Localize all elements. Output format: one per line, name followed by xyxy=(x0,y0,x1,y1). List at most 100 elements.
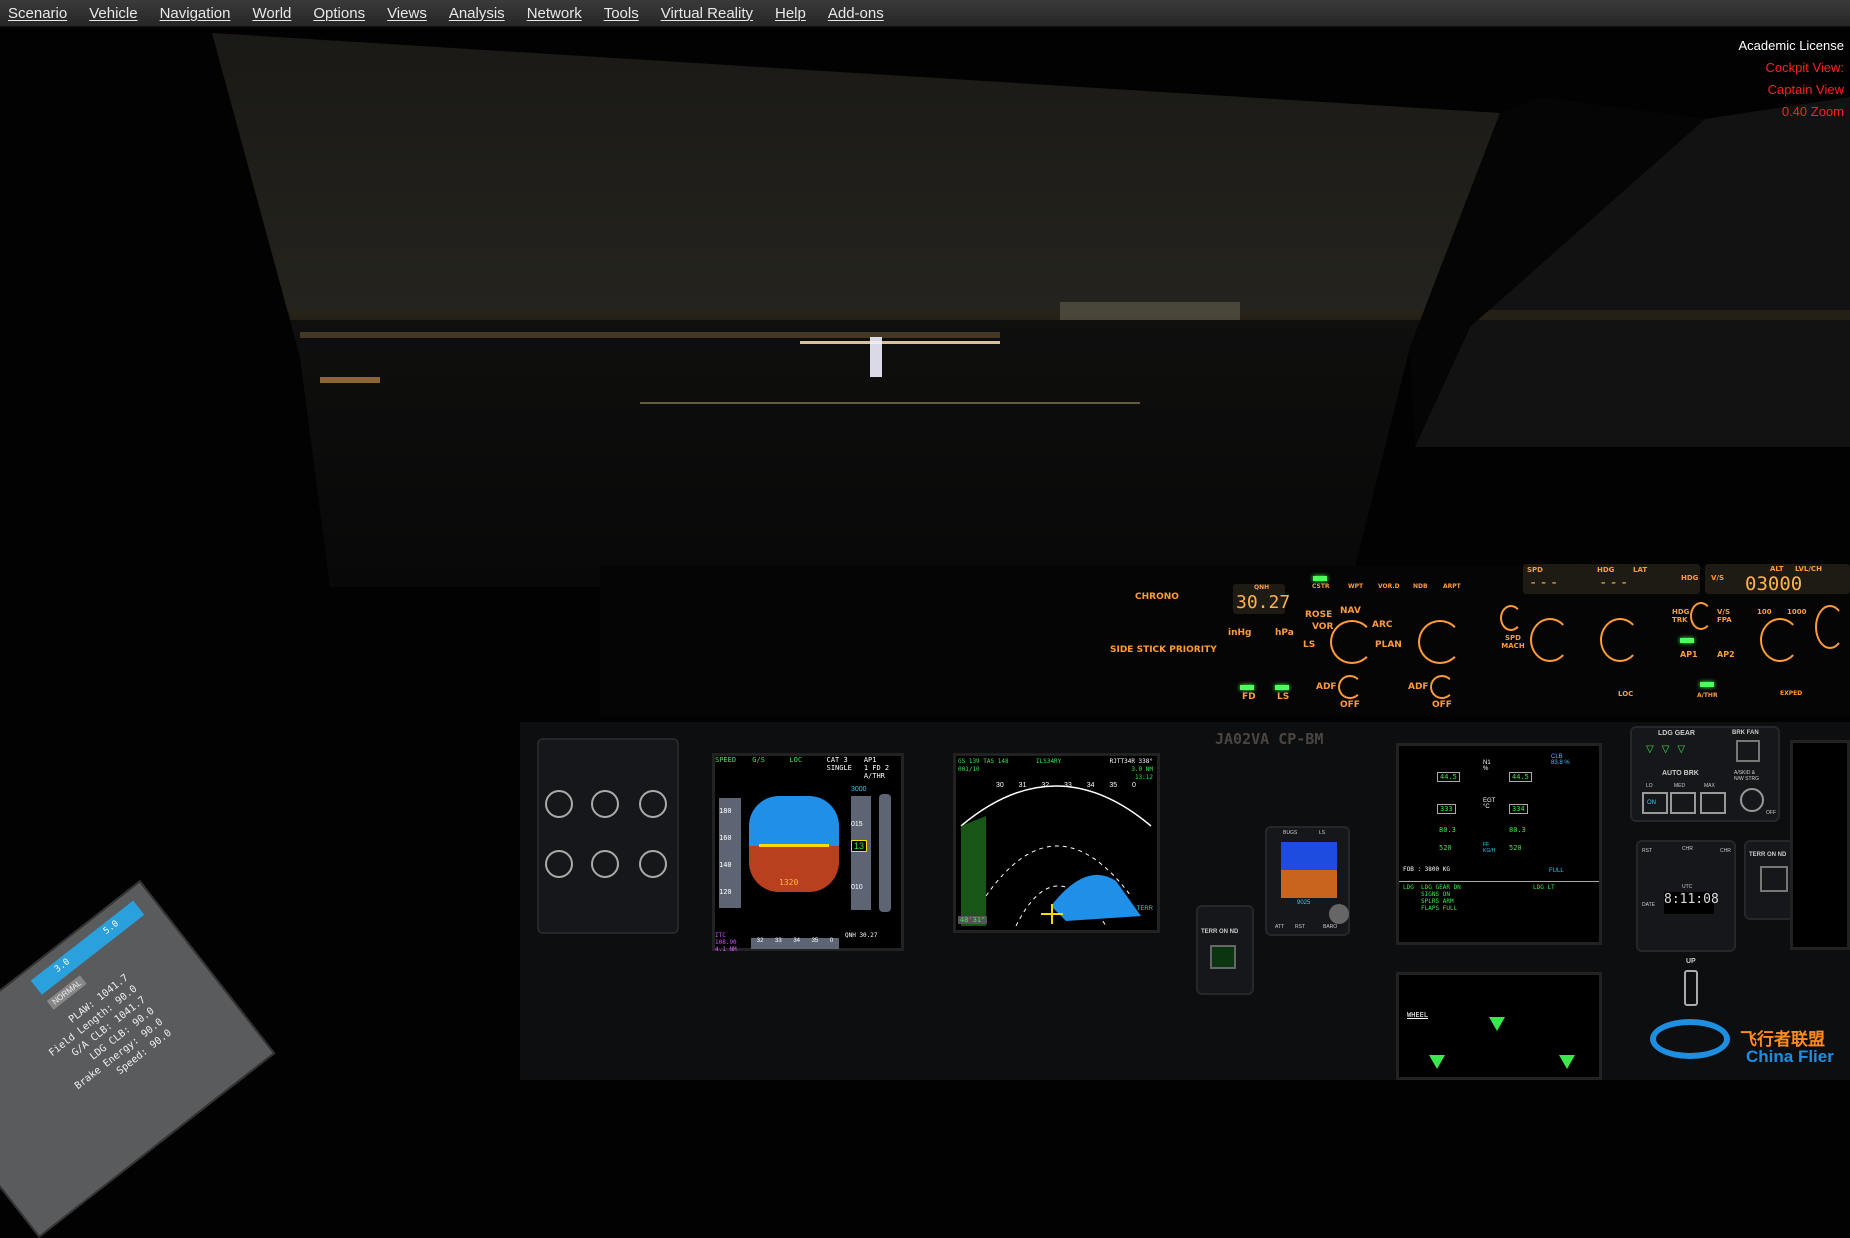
menu-navigation[interactable]: Navigation xyxy=(160,5,231,22)
ff-engine-2: 520 xyxy=(1509,844,1522,852)
gear-lever[interactable] xyxy=(1684,970,1698,1006)
standby-instrument: BUGS LS 9025 ATT RST BARO xyxy=(1265,826,1350,936)
ls-led xyxy=(1275,685,1289,690)
hpa-label: hPa xyxy=(1275,628,1294,638)
compass-labels: 30 31 32 33 34 35 0 xyxy=(996,782,1136,789)
vs-label: V/S xyxy=(1711,574,1725,582)
terr-on-nd-button[interactable] xyxy=(1210,945,1236,969)
terr-on-nd-label-right: TERR ON ND xyxy=(1749,852,1787,858)
cstr-button[interactable]: CSTR xyxy=(1312,583,1330,590)
nd-brightness-knob[interactable] xyxy=(639,790,667,818)
chr-label: CHR xyxy=(1682,846,1693,852)
fd-button[interactable]: FD xyxy=(1242,692,1256,702)
ls-mode-label: LS xyxy=(1303,640,1316,650)
isis-bugs-button[interactable]: BUGS xyxy=(1283,830,1297,836)
ndb-button[interactable]: NDB xyxy=(1413,583,1428,590)
pfd-brightness-knob[interactable] xyxy=(545,790,573,818)
menu-network[interactable]: Network xyxy=(527,5,582,22)
hdg-trk-label2: HDG TRK xyxy=(1672,608,1690,624)
pfd-nd-xfr-knob[interactable] xyxy=(591,790,619,818)
anti-skid-off-label: OFF xyxy=(1766,810,1776,816)
thrust-limit: CLB 83.8 % xyxy=(1551,754,1570,766)
auto-brk-label: AUTO BRK xyxy=(1662,770,1699,777)
utc-clock-display: 8:11:08 xyxy=(1664,892,1719,914)
vs-knob[interactable] xyxy=(1815,605,1845,649)
speed-knob[interactable] xyxy=(1530,618,1570,662)
watermark-logo-icon xyxy=(1650,1019,1730,1059)
autobrake-med-button[interactable] xyxy=(1670,792,1696,814)
isis-att-button[interactable]: ATT xyxy=(1275,924,1284,930)
isis-ls-button[interactable]: LS xyxy=(1319,830,1325,836)
menu-add-ons[interactable]: Add-ons xyxy=(828,5,884,22)
nd-range-knob[interactable] xyxy=(1418,620,1462,664)
console-floor-knob[interactable] xyxy=(591,850,619,878)
chrono-label[interactable]: CHRONO xyxy=(1135,592,1179,602)
expedite-button[interactable]: EXPED xyxy=(1780,690,1802,697)
heading-tape: 32 33 34 35 0 xyxy=(751,938,839,949)
adf1-label: ADF xyxy=(1316,682,1337,692)
autobrake-max-button[interactable] xyxy=(1700,792,1726,814)
arpt-button[interactable]: ARPT xyxy=(1443,583,1461,590)
adf-vor-1-switch[interactable] xyxy=(1338,675,1362,699)
menu-help[interactable]: Help xyxy=(775,5,806,22)
ls-button[interactable]: LS xyxy=(1277,692,1289,702)
aircraft-symbol xyxy=(759,844,829,847)
isis-baro-button[interactable]: BARO xyxy=(1323,924,1337,930)
egt-engine-1: 333 xyxy=(1437,804,1456,814)
menu-analysis[interactable]: Analysis xyxy=(449,5,505,22)
isis-baro-knob[interactable] xyxy=(1329,904,1349,924)
clock-panel: RST CHR CHR UTC 8:11:08 DATE xyxy=(1636,840,1736,952)
hdg-trk-vs-fpa-button[interactable] xyxy=(1690,602,1712,630)
fma-ap: AP1 1 FD 2 A/THR xyxy=(863,756,890,780)
hdg-trk-label: HDG xyxy=(1681,574,1699,582)
athr-button[interactable]: A/THR xyxy=(1697,692,1718,699)
menu-options[interactable]: Options xyxy=(313,5,365,22)
menu-virtual-reality[interactable]: Virtual Reality xyxy=(661,5,753,22)
clock-rst-button[interactable]: RST xyxy=(1642,848,1652,854)
wpt-button[interactable]: WPT xyxy=(1348,583,1363,590)
right-gear-indicator xyxy=(1559,1055,1575,1069)
efb-tablet[interactable]: 3.0 5.0 NORMAL PLAW: 1041.7 Field Length:… xyxy=(0,880,276,1238)
ap2-button[interactable]: AP2 xyxy=(1717,650,1735,659)
n1-engine-2: 44.5 xyxy=(1509,772,1532,782)
altitude-knob[interactable] xyxy=(1760,618,1800,662)
nose-gear-indicator xyxy=(1489,1017,1505,1031)
chr-button[interactable]: CHR xyxy=(1720,848,1731,854)
menu-views[interactable]: Views xyxy=(387,5,427,22)
spd-mach-button[interactable] xyxy=(1500,605,1522,631)
date-button[interactable]: DATE xyxy=(1642,902,1655,908)
isis-ground xyxy=(1281,870,1337,898)
isis-rst-button[interactable]: RST xyxy=(1295,924,1305,930)
nd-mode-knob[interactable] xyxy=(1330,620,1374,664)
loc-button[interactable]: LOC xyxy=(1618,690,1633,698)
lvl-ch-label: LVL/CH xyxy=(1795,565,1822,573)
nav-label: NAV xyxy=(1340,606,1361,616)
menu-world[interactable]: World xyxy=(252,5,291,22)
current-altitude: 13 xyxy=(851,840,868,852)
menu-tools[interactable]: Tools xyxy=(604,5,639,22)
ap1-button[interactable]: AP1 xyxy=(1680,650,1698,659)
anti-skid-switch[interactable] xyxy=(1740,788,1764,812)
menu-bar: Scenario Vehicle Navigation World Options Vie… xyxy=(0,0,1850,27)
lat-label: LAT xyxy=(1633,566,1648,574)
vord-button[interactable]: VOR.D xyxy=(1378,583,1400,590)
foot-warmer-knob[interactable] xyxy=(639,850,667,878)
terr-on-nd-button-right[interactable] xyxy=(1760,866,1788,892)
speed-tape: 180 160 140 120 xyxy=(719,798,741,908)
heading-knob[interactable] xyxy=(1600,618,1640,662)
autobrake-on-light: ON xyxy=(1647,800,1656,806)
off2-label: OFF xyxy=(1432,700,1452,710)
side-stick-priority-label[interactable]: SIDE STICK PRIORITY xyxy=(1110,645,1217,655)
captain-side-panel xyxy=(537,738,679,934)
system-display: WHEEL xyxy=(1396,972,1602,1080)
menu-vehicle[interactable]: Vehicle xyxy=(89,5,137,22)
ecam-memo-right: LDG LT xyxy=(1533,884,1555,891)
arc-label: ARC xyxy=(1372,620,1393,630)
menu-scenario[interactable]: Scenario xyxy=(8,5,67,22)
ap1-led xyxy=(1680,638,1694,643)
brk-fan-button[interactable] xyxy=(1736,740,1760,762)
adf-vor-2-switch[interactable] xyxy=(1430,675,1454,699)
loud-speaker-knob[interactable] xyxy=(545,850,573,878)
autobrake-lo-button[interactable]: ON xyxy=(1642,792,1668,814)
ground-speed: GS 139 TAS 148 xyxy=(958,758,1009,765)
